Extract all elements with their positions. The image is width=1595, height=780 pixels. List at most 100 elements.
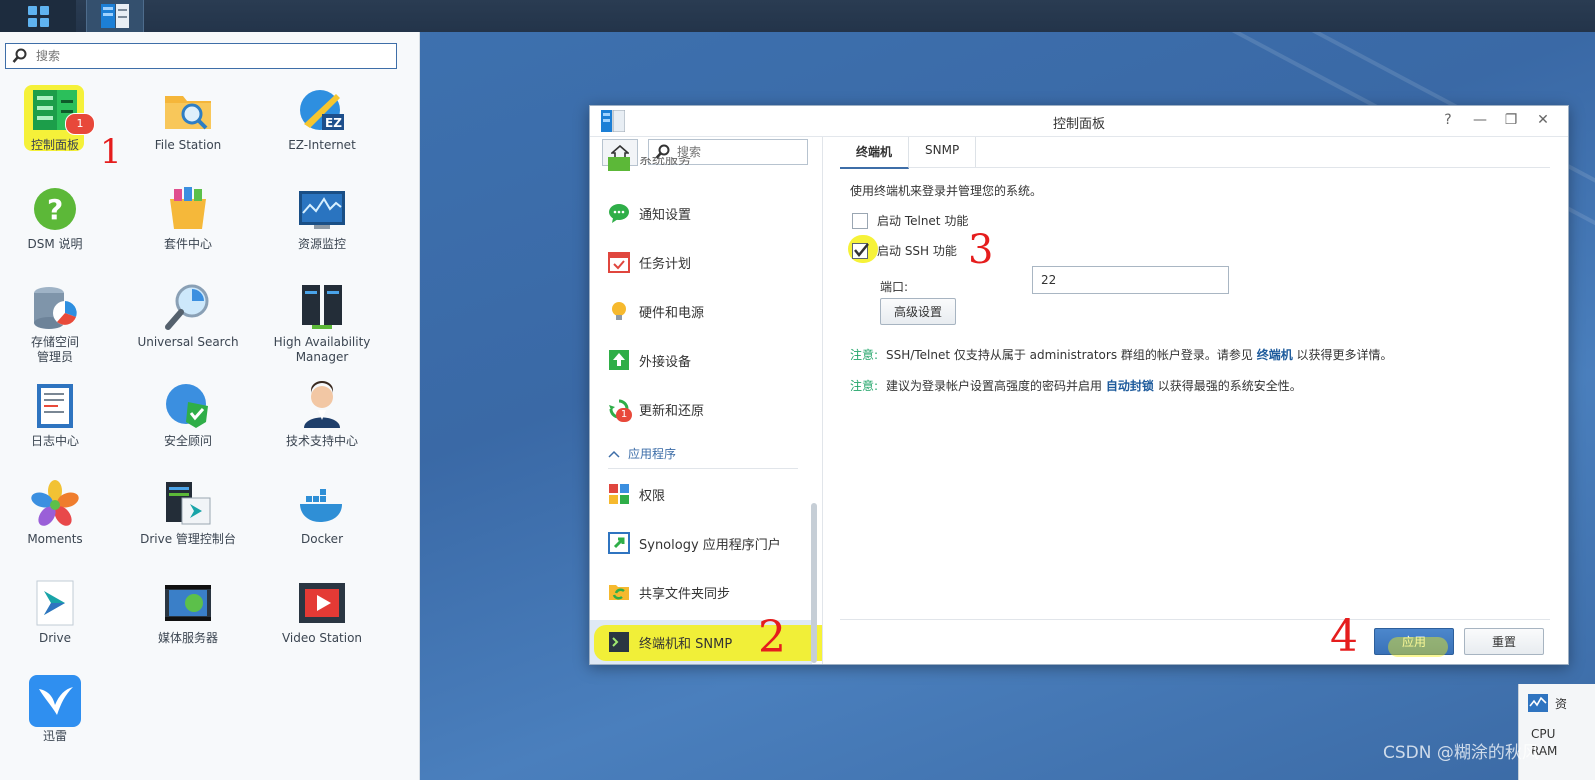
sidebar-item-label: 共享文件夹同步 <box>639 586 731 602</box>
external-devices-icon <box>608 349 630 371</box>
maximize-button[interactable]: ❐ <box>1502 112 1520 128</box>
telnet-checkbox[interactable] <box>852 212 868 229</box>
app-label: DSM 说明 <box>27 237 83 251</box>
notification-badge: 1 <box>616 408 632 422</box>
terminal-icon <box>608 631 630 653</box>
sidebar-item-privileges[interactable]: 权限 <box>608 479 665 509</box>
app-support-center[interactable]: 技术支持中心 <box>255 376 389 476</box>
high-availability-icon <box>296 281 348 333</box>
panel-description: 使用终端机来登录并管理您的系统。 <box>850 184 1043 198</box>
auto-block-link[interactable]: 自动封锁 <box>1106 379 1154 393</box>
privileges-icon <box>608 483 630 505</box>
control-panel-sidebar: 系统服务 通知设置 任务计划 硬件和电源 外接设备 1 更新和还原 应用程序 <box>590 137 823 664</box>
menu-search-box[interactable] <box>5 43 397 69</box>
ssh-checkbox[interactable] <box>852 242 869 259</box>
ssh-option[interactable]: 启动 SSH 功能 <box>852 242 957 259</box>
footer-divider <box>840 619 1550 620</box>
app-label: 控制面板 <box>30 138 79 152</box>
note-text: 建议为登录帐户设置高强度的密码并启用 <box>886 379 1106 393</box>
section-applications[interactable]: 应用程序 <box>608 445 798 469</box>
reset-button[interactable]: 重置 <box>1464 628 1544 655</box>
resource-monitor-icon <box>1528 694 1548 712</box>
sidebar-item-notification[interactable]: 通知设置 <box>608 198 691 228</box>
port-label: 端口: <box>880 280 909 294</box>
sidebar-scrollbar[interactable] <box>811 503 817 663</box>
app-file-station[interactable]: File Station <box>121 80 255 180</box>
app-label: Drive <box>39 631 71 645</box>
menu-search-input[interactable] <box>34 48 378 64</box>
sidebar-item-system-services[interactable]: 系统服务 <box>608 157 691 171</box>
sidebar-search-input[interactable] <box>675 144 799 160</box>
log-center-icon <box>29 380 81 432</box>
app-security-advisor[interactable]: 安全顾问 <box>121 376 255 476</box>
help-button[interactable]: ? <box>1439 112 1457 128</box>
taskbar-control-panel-button[interactable] <box>86 0 144 32</box>
sidebar-item-app-portal[interactable]: Synology 应用程序门户 <box>608 528 781 558</box>
system-services-icon <box>608 157 630 171</box>
tab-terminal[interactable]: 终端机 <box>840 137 910 169</box>
app-label: Video Station <box>281 631 363 645</box>
sidebar-item-terminal-snmp[interactable]: 终端机和 SNMP <box>608 627 732 657</box>
main-menu-button[interactable] <box>0 0 76 32</box>
sidebar-item-label: 权限 <box>639 488 666 504</box>
folder-icon <box>162 84 214 136</box>
app-docker[interactable]: Docker <box>255 474 389 574</box>
annotation-number: 4 <box>1330 611 1358 662</box>
app-drive-admin[interactable]: Drive 管理控制台 <box>121 474 255 574</box>
package-center-icon <box>162 183 214 235</box>
app-xunlei[interactable]: 迅雷 <box>0 671 122 771</box>
app-moments[interactable]: Moments <box>0 474 122 574</box>
note-text: 以获得更多详情。 <box>1292 348 1393 362</box>
app-high-availability[interactable]: High Availability Manager <box>255 277 389 377</box>
app-ez-internet[interactable]: EZ EZ-Internet <box>255 80 389 180</box>
telnet-label: 启动 Telnet 功能 <box>877 214 969 228</box>
sidebar-item-update-restore[interactable]: 1 更新和还原 <box>608 394 704 424</box>
app-storage-manager[interactable]: 存储空间 管理员 <box>0 277 122 377</box>
tab-snmp[interactable]: SNMP <box>909 137 977 167</box>
app-label: 安全顾问 <box>163 434 212 448</box>
app-label: 套件中心 <box>163 237 212 251</box>
telnet-option[interactable]: 启动 Telnet 功能 <box>852 212 968 229</box>
close-button[interactable]: ✕ <box>1534 112 1552 128</box>
app-label: File Station <box>154 138 222 152</box>
widget-title: 资 <box>1555 697 1568 711</box>
annotation-number: 3 <box>968 227 994 273</box>
sidebar-item-hardware-power[interactable]: 硬件和电源 <box>608 296 704 326</box>
resource-monitor-widget[interactable]: 资 CPU RAM <box>1518 684 1595 780</box>
app-label: 媒体服务器 <box>157 631 218 645</box>
app-label: 存储空间 管理员 <box>30 335 79 364</box>
note-key: 注意: <box>850 379 879 393</box>
app-label: Universal Search <box>137 335 239 349</box>
note-security: 注意: 建议为登录帐户设置高强度的密码并启用 自动封锁 以获得最强的系统安全性。 <box>850 377 1302 394</box>
app-label: 迅雷 <box>42 729 67 743</box>
advanced-settings-button[interactable]: 高级设置 <box>880 298 956 325</box>
sidebar-item-task-scheduler[interactable]: 任务计划 <box>608 247 691 277</box>
sidebar-item-external-devices[interactable]: 外接设备 <box>608 345 691 375</box>
app-resource-monitor[interactable]: 资源监控 <box>255 179 389 279</box>
app-package-center[interactable]: 套件中心 <box>121 179 255 279</box>
sidebar-item-label: 终端机和 SNMP <box>639 636 733 652</box>
window-titlebar[interactable]: 控制面板 ? — ❐ ✕ <box>590 106 1568 137</box>
moments-icon <box>29 478 81 530</box>
sidebar-item-label: 任务计划 <box>639 256 692 272</box>
app-universal-search[interactable]: Universal Search <box>121 277 255 377</box>
taskbar <box>0 0 1595 32</box>
sidebar-item-label: 硬件和电源 <box>639 305 705 321</box>
sidebar-item-shared-folder-sync[interactable]: 共享文件夹同步 <box>608 577 730 607</box>
app-label: 技术支持中心 <box>285 434 358 448</box>
notification-badge: 1 <box>65 113 95 135</box>
media-server-icon <box>162 577 214 629</box>
update-restore-icon: 1 <box>608 398 632 422</box>
section-label: 应用程序 <box>628 447 677 461</box>
app-video-station[interactable]: Video Station <box>255 573 389 673</box>
app-dsm-help[interactable]: ? DSM 说明 <box>0 179 122 279</box>
app-label: Moments <box>27 532 83 546</box>
app-drive[interactable]: Drive <box>0 573 122 673</box>
minimize-button[interactable]: — <box>1471 112 1489 128</box>
app-media-server[interactable]: 媒体服务器 <box>121 573 255 673</box>
help-icon: ? <box>29 183 81 235</box>
terminal-help-link[interactable]: 终端机 <box>1257 348 1293 362</box>
hardware-power-icon <box>608 300 630 322</box>
app-log-center[interactable]: 日志中心 <box>0 376 122 476</box>
port-input[interactable] <box>1032 266 1229 294</box>
